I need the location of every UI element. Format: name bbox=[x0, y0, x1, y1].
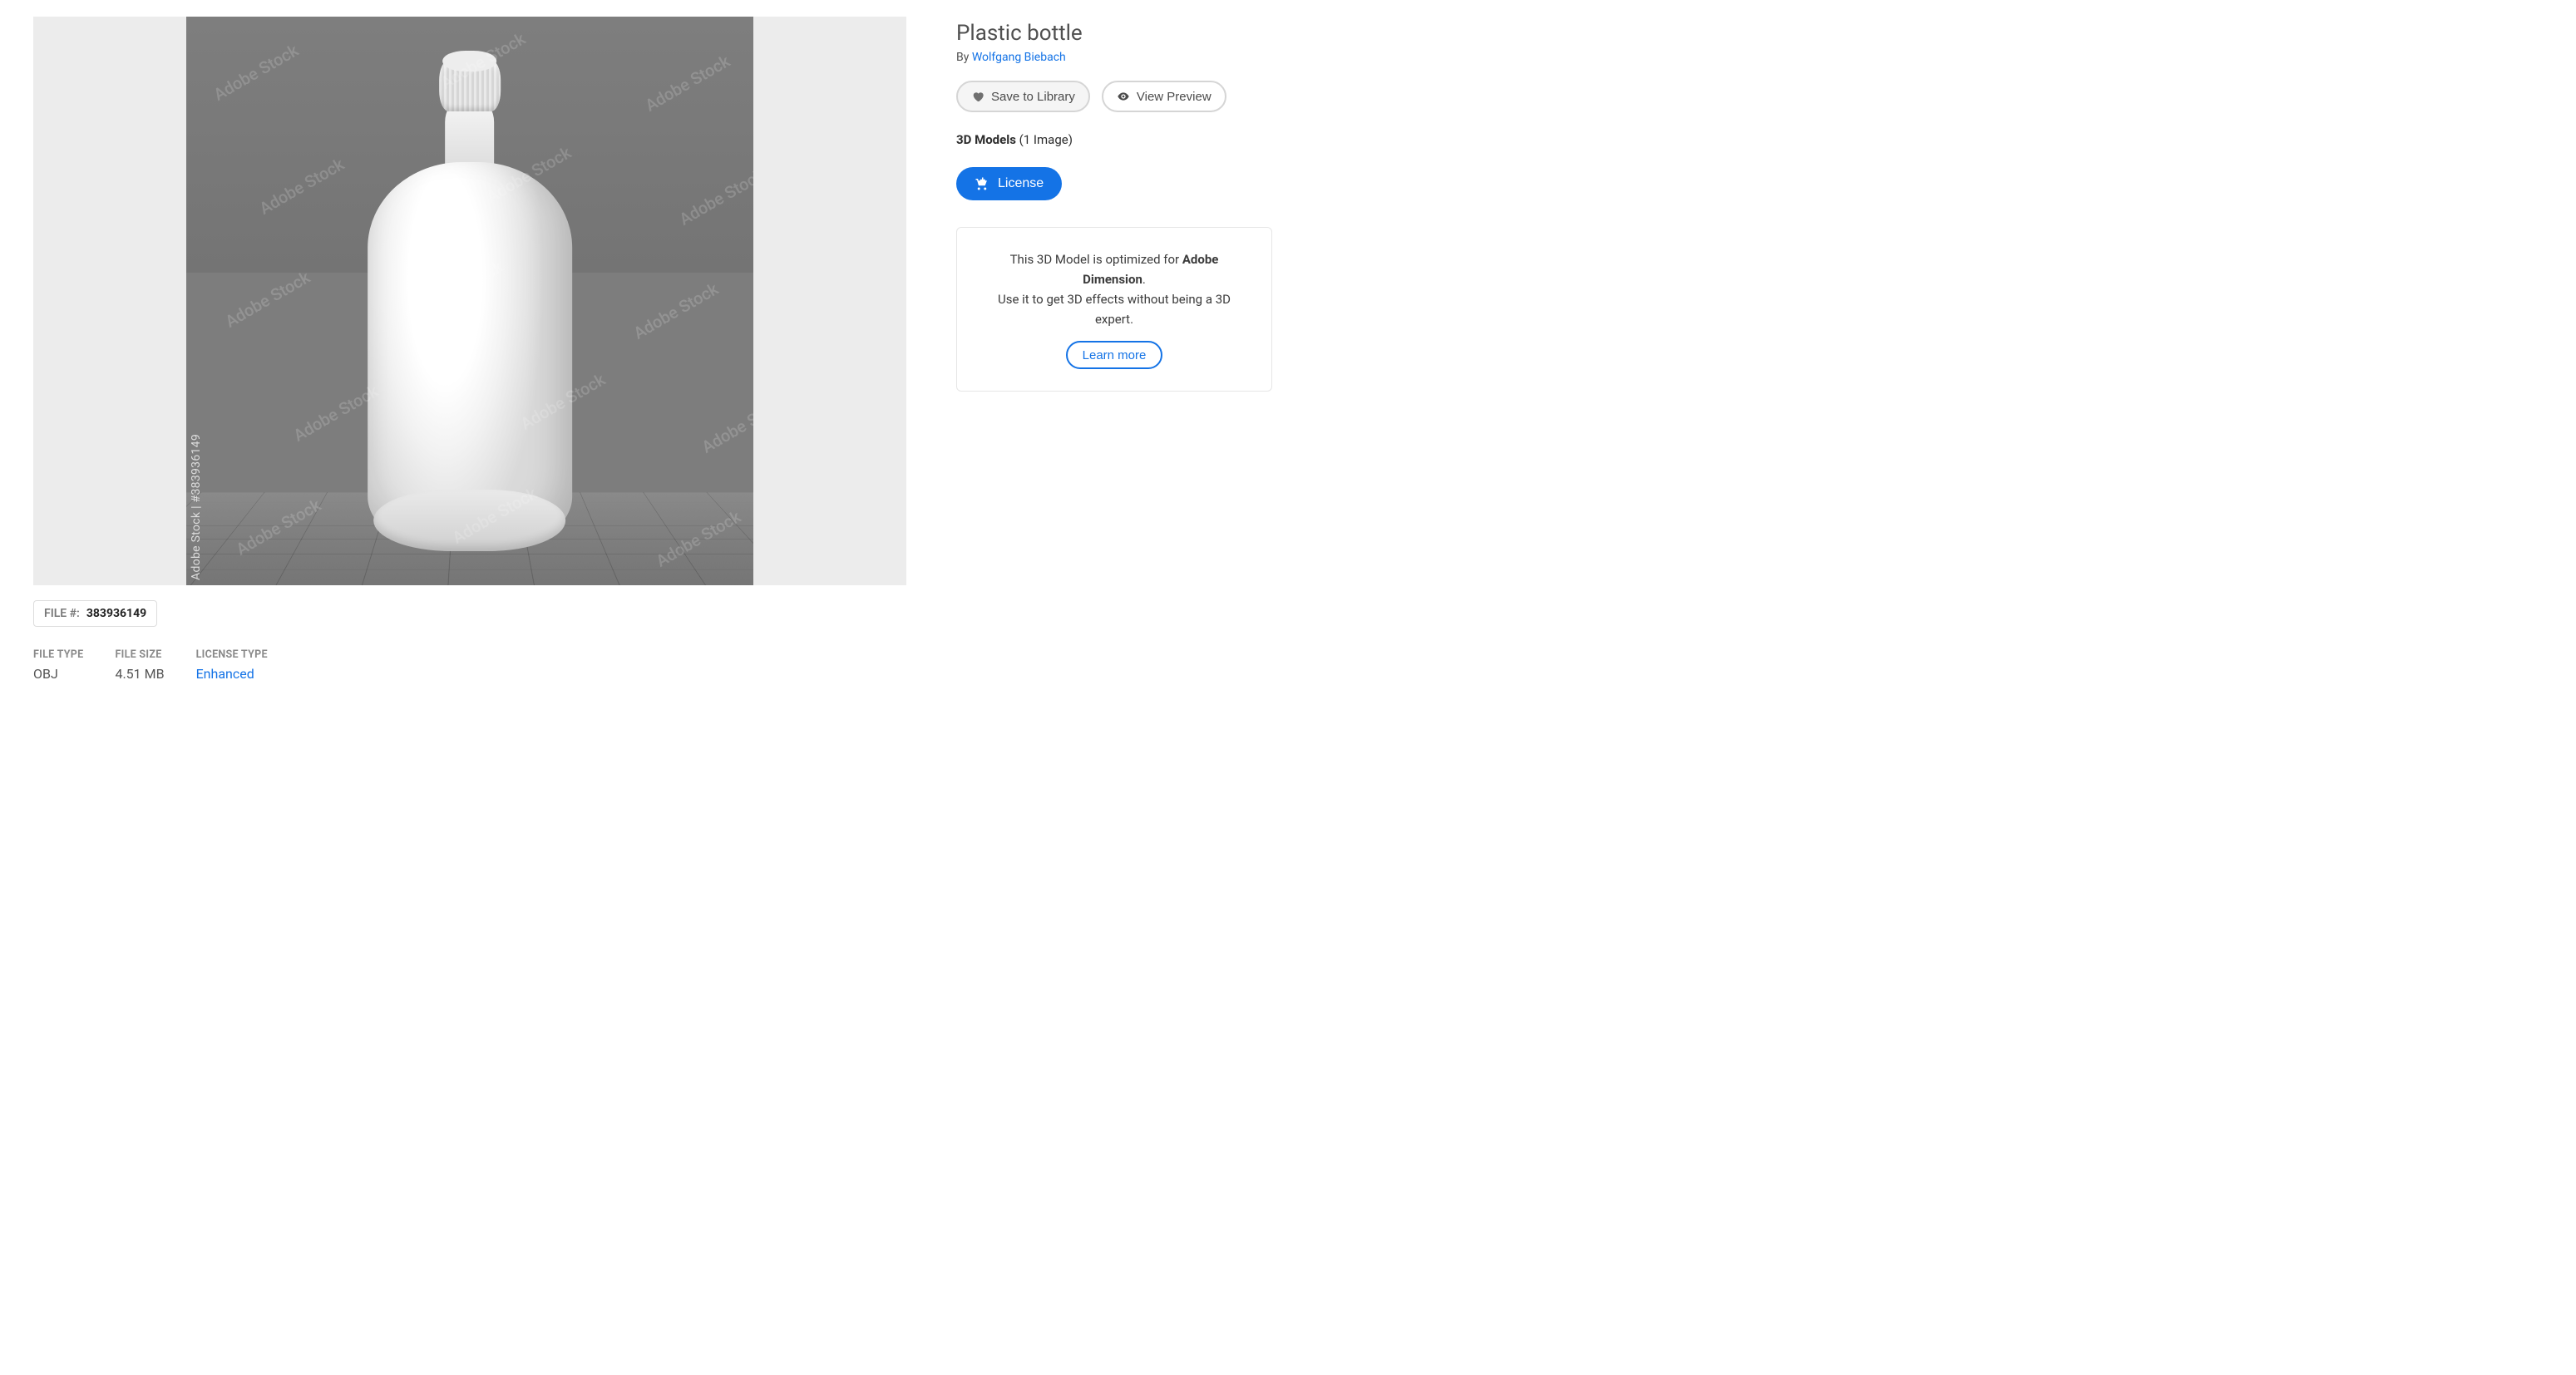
file-number-label: FILE #: bbox=[44, 607, 80, 620]
heart-icon bbox=[971, 90, 985, 103]
info-line1-post: . bbox=[1142, 272, 1146, 287]
preview-stage: Adobe Stock Adobe Stock Adobe Stock Adob… bbox=[186, 17, 754, 585]
under-preview: FILE #: 383936149 FILE TYPE OBJ FILE SIZ… bbox=[33, 600, 906, 682]
dimension-info-card: This 3D Model is optimized for Adobe Dim… bbox=[956, 227, 1272, 392]
license-type-label: LICENSE TYPE bbox=[196, 648, 268, 661]
left-column: Adobe Stock Adobe Stock Adobe Stock Adob… bbox=[33, 17, 906, 682]
models-count: (1 Image) bbox=[1019, 132, 1073, 147]
meta-license-type: LICENSE TYPE Enhanced bbox=[196, 648, 268, 682]
cart-add-icon bbox=[975, 176, 989, 191]
info-line-2: Use it to get 3D effects without being a… bbox=[980, 289, 1248, 329]
file-size-value: 4.51 MB bbox=[115, 666, 164, 682]
view-preview-label: View Preview bbox=[1137, 90, 1212, 104]
by-prefix: By bbox=[956, 51, 972, 64]
info-line-1: This 3D Model is optimized for Adobe Dim… bbox=[980, 249, 1248, 289]
asset-byline: By Wolfgang Biebach bbox=[956, 51, 1272, 64]
models-label: 3D Models bbox=[956, 132, 1016, 147]
action-buttons: Save to Library View Preview bbox=[956, 81, 1272, 112]
bottle-model bbox=[368, 39, 572, 551]
file-type-label: FILE TYPE bbox=[33, 648, 83, 661]
info-line1-pre: This 3D Model is optimized for bbox=[1010, 252, 1182, 267]
license-button[interactable]: License bbox=[956, 167, 1062, 200]
file-meta-row: FILE TYPE OBJ FILE SIZE 4.51 MB LICENSE … bbox=[33, 648, 906, 682]
author-link[interactable]: Wolfgang Biebach bbox=[972, 51, 1066, 64]
models-line: 3D Models (1 Image) bbox=[956, 132, 1272, 147]
file-number-value: 383936149 bbox=[86, 607, 146, 620]
save-to-library-label: Save to Library bbox=[991, 90, 1075, 104]
eye-icon bbox=[1117, 90, 1130, 103]
asset-title: Plastic bottle bbox=[956, 21, 1272, 46]
file-type-value: OBJ bbox=[33, 666, 83, 682]
right-column: Plastic bottle By Wolfgang Biebach Save … bbox=[956, 17, 1272, 682]
file-size-label: FILE SIZE bbox=[115, 648, 164, 661]
license-type-value[interactable]: Enhanced bbox=[196, 666, 268, 682]
save-to-library-button[interactable]: Save to Library bbox=[956, 81, 1090, 112]
learn-more-button[interactable]: Learn more bbox=[1066, 341, 1163, 369]
meta-file-size: FILE SIZE 4.51 MB bbox=[115, 648, 164, 682]
file-number-pill: FILE #: 383936149 bbox=[33, 600, 157, 627]
license-label: License bbox=[998, 176, 1044, 191]
watermark-side-text: Adobe Stock | #383936149 bbox=[190, 434, 203, 580]
meta-file-type: FILE TYPE OBJ bbox=[33, 648, 83, 682]
view-preview-button[interactable]: View Preview bbox=[1102, 81, 1226, 112]
asset-preview[interactable]: Adobe Stock Adobe Stock Adobe Stock Adob… bbox=[33, 17, 906, 585]
page-root: Adobe Stock Adobe Stock Adobe Stock Adob… bbox=[0, 0, 2576, 698]
